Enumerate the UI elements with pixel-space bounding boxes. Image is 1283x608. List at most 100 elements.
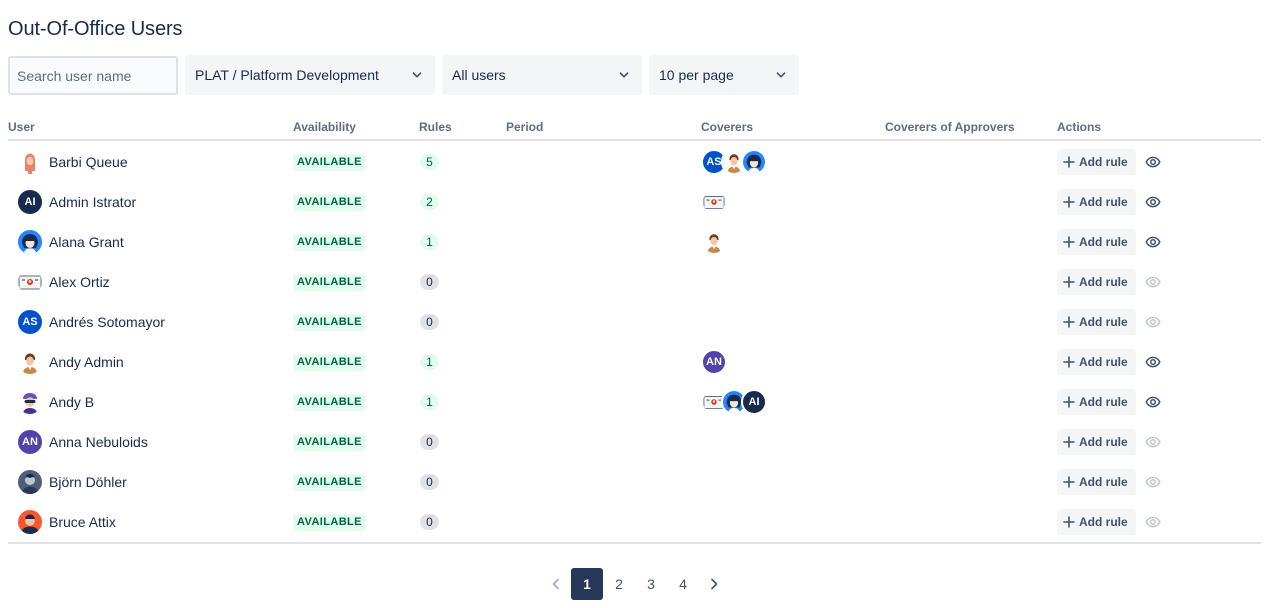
rules-count-badge: 0 [420, 514, 439, 530]
add-rule-label: Add rule [1079, 155, 1128, 169]
table-row: Andy B AVAILABLE 1 AI Add rule [8, 382, 1261, 422]
avatar[interactable] [701, 229, 727, 255]
avatar[interactable]: AN [701, 349, 727, 375]
coverers-avatars: AN [701, 349, 727, 375]
per-page-value: 10 per page [659, 67, 734, 83]
eye-icon[interactable] [1145, 194, 1161, 210]
per-page-select[interactable]: 10 per page [649, 55, 799, 95]
column-header-period[interactable]: Period [506, 120, 543, 134]
rules-count-badge: 1 [420, 234, 439, 250]
availability-lozenge: AVAILABLE [293, 473, 366, 491]
user-name: Alex Ortiz [49, 274, 110, 290]
eye-icon[interactable] [1145, 354, 1161, 370]
chevron-right-icon [711, 578, 718, 590]
rules-count-badge: 2 [420, 194, 439, 210]
availability-lozenge: AVAILABLE [293, 353, 366, 371]
search-input[interactable] [8, 56, 178, 95]
column-header-actions: Actions [1057, 120, 1102, 134]
avatar[interactable] [18, 510, 42, 534]
avatar[interactable] [18, 270, 42, 294]
coverers-avatars: AS [701, 149, 767, 175]
project-select[interactable]: PLAT / Platform Development [185, 55, 435, 95]
eye-icon[interactable] [1145, 474, 1161, 490]
column-header-rules[interactable]: Rules [419, 120, 452, 134]
rules-count-badge: 0 [420, 314, 439, 330]
add-rule-label: Add rule [1079, 515, 1128, 529]
pagination: 1 2 3 4 [541, 568, 729, 600]
table-row: Alex Ortiz AVAILABLE 0 Add rule [8, 262, 1261, 302]
column-header-coverers-of-approvers[interactable]: Coverers of Approvers [885, 120, 1015, 134]
plus-icon [1062, 435, 1076, 449]
avatar[interactable]: AN [18, 430, 42, 454]
add-rule-label: Add rule [1079, 475, 1128, 489]
eye-icon[interactable] [1145, 514, 1161, 530]
chevron-left-icon [552, 578, 559, 590]
plus-icon [1062, 195, 1076, 209]
availability-lozenge: AVAILABLE [293, 153, 366, 171]
eye-icon[interactable] [1145, 434, 1161, 450]
plus-icon [1062, 275, 1076, 289]
avatar[interactable]: AI [741, 389, 767, 415]
avatar[interactable] [18, 150, 42, 174]
column-header-availability[interactable]: Availability [293, 120, 356, 134]
add-rule-button[interactable]: Add rule [1057, 389, 1136, 415]
coverers-avatars: AI [701, 389, 767, 415]
plus-icon [1062, 315, 1076, 329]
page-button-4[interactable]: 4 [667, 568, 699, 600]
availability-lozenge: AVAILABLE [293, 273, 366, 291]
table-row: AN Anna Nebuloids AVAILABLE 0 Add rule [8, 422, 1261, 462]
add-rule-button[interactable]: Add rule [1057, 269, 1136, 295]
user-name: Admin Istrator [49, 194, 137, 210]
eye-icon[interactable] [1145, 274, 1161, 290]
column-header-user[interactable]: User [8, 120, 35, 134]
column-header-coverers[interactable]: Coverers [701, 120, 753, 134]
previous-page-button[interactable] [541, 568, 571, 600]
add-rule-button[interactable]: Add rule [1057, 509, 1136, 535]
availability-lozenge: AVAILABLE [293, 433, 366, 451]
add-rule-label: Add rule [1079, 435, 1128, 449]
page-button-3[interactable]: 3 [635, 568, 667, 600]
avatar[interactable] [741, 149, 767, 175]
eye-icon[interactable] [1145, 394, 1161, 410]
add-rule-button[interactable]: Add rule [1057, 229, 1136, 255]
coverers-avatars [701, 229, 727, 255]
add-rule-button[interactable]: Add rule [1057, 429, 1136, 455]
chevron-down-icon [616, 67, 632, 83]
availability-lozenge: AVAILABLE [293, 393, 366, 411]
rules-count-badge: 0 [420, 274, 439, 290]
avatar[interactable] [18, 350, 42, 374]
users-filter-select[interactable]: All users [442, 55, 642, 95]
next-page-button[interactable] [699, 568, 729, 600]
avatar[interactable]: AS [18, 310, 42, 334]
avatar[interactable] [701, 189, 727, 215]
add-rule-button[interactable]: Add rule [1057, 309, 1136, 335]
table-row: Barbi Queue AVAILABLE 5 AS Add rule [8, 142, 1261, 182]
add-rule-button[interactable]: Add rule [1057, 149, 1136, 175]
add-rule-label: Add rule [1079, 195, 1128, 209]
table-row: Bruce Attix AVAILABLE 0 Add rule [8, 502, 1261, 544]
chevron-down-icon [773, 67, 789, 83]
add-rule-button[interactable]: Add rule [1057, 349, 1136, 375]
avatar[interactable] [18, 390, 42, 414]
rules-count-badge: 1 [420, 394, 439, 410]
avatar[interactable] [18, 230, 42, 254]
avatar[interactable] [18, 470, 42, 494]
availability-lozenge: AVAILABLE [293, 513, 366, 531]
user-name: Barbi Queue [49, 154, 128, 170]
user-name: Bruce Attix [49, 514, 116, 530]
eye-icon[interactable] [1145, 154, 1161, 170]
page-button-1[interactable]: 1 [571, 568, 603, 600]
add-rule-button[interactable]: Add rule [1057, 189, 1136, 215]
user-name: Anna Nebuloids [49, 434, 148, 450]
add-rule-label: Add rule [1079, 315, 1128, 329]
table-row: AS Andrés Sotomayor AVAILABLE 0 Add rule [8, 302, 1261, 342]
plus-icon [1062, 155, 1076, 169]
page-title: Out-Of-Office Users [8, 18, 183, 40]
page-button-2[interactable]: 2 [603, 568, 635, 600]
eye-icon[interactable] [1145, 314, 1161, 330]
add-rule-label: Add rule [1079, 275, 1128, 289]
avatar[interactable]: AI [18, 190, 42, 214]
add-rule-button[interactable]: Add rule [1057, 469, 1136, 495]
table-row: AI Admin Istrator AVAILABLE 2 Add rule [8, 182, 1261, 222]
eye-icon[interactable] [1145, 234, 1161, 250]
